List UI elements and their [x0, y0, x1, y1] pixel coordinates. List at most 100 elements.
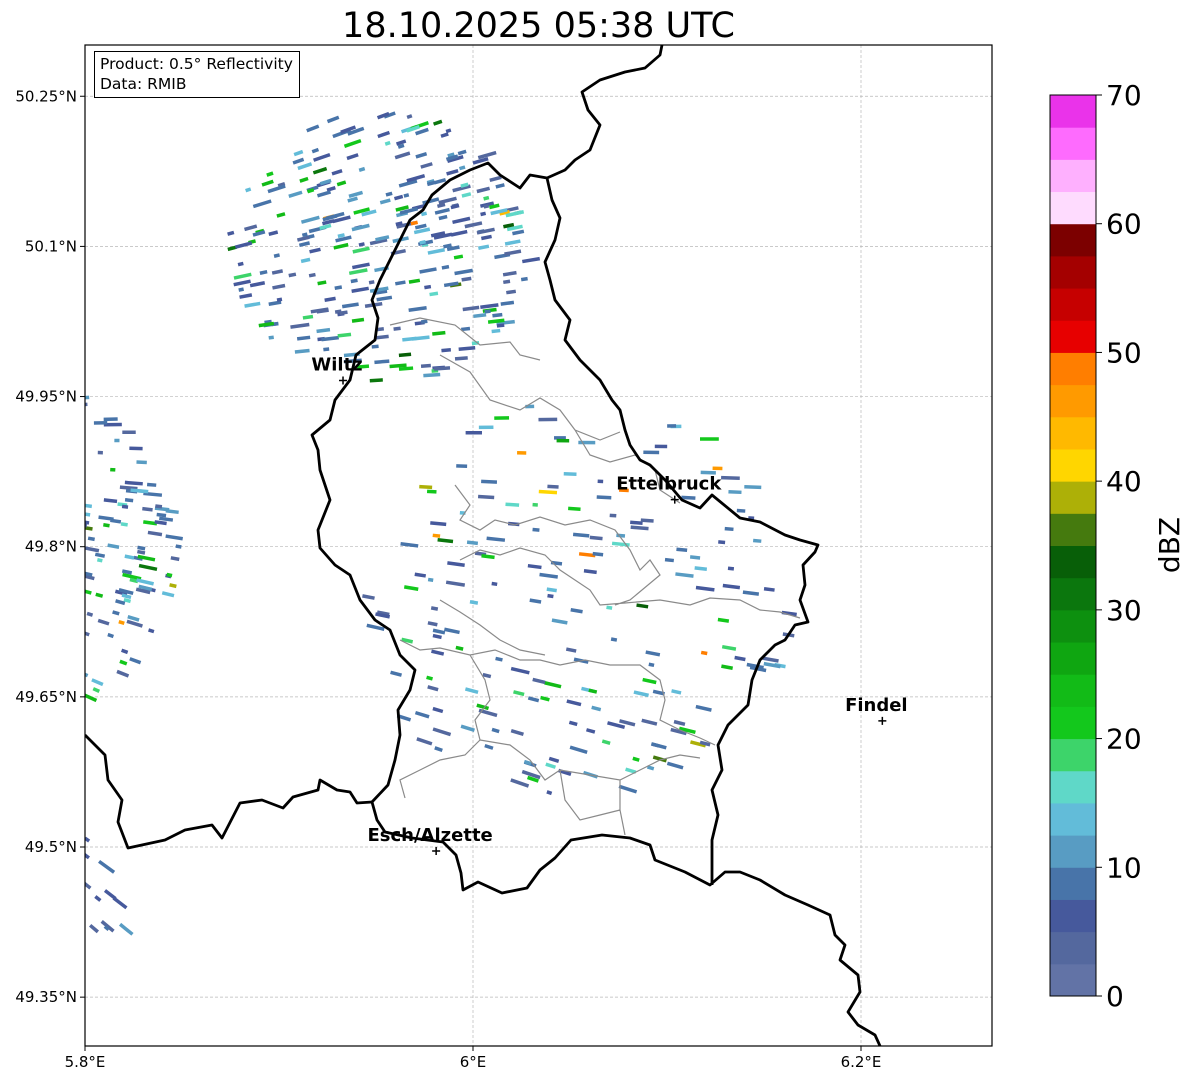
- echo-bin: [22, 417, 33, 421]
- colorbar-band: [1050, 255, 1096, 289]
- echo-bin: [420, 363, 431, 368]
- colorbar-band: [1050, 127, 1096, 160]
- echo-bin: [456, 464, 468, 468]
- echo-bin: [8, 651, 14, 656]
- echo-bin: [753, 538, 762, 543]
- colorbar-tick-label: 0: [1106, 980, 1124, 1010]
- echo-bin: [93, 421, 108, 425]
- echo-bin: [49, 1008, 56, 1015]
- colorbar-band: [1050, 577, 1096, 611]
- colorbar-band: [1050, 867, 1096, 900]
- echo-bin: [43, 568, 58, 575]
- echo-bin: [60, 655, 78, 665]
- echo-bin: [45, 660, 61, 670]
- colorbar-ticks: 0 10 20 30 40 50 60 70: [1096, 80, 1142, 1010]
- echo-bin: [2, 559, 18, 566]
- echo-bin: [22, 931, 35, 944]
- echo-bin: [110, 467, 116, 472]
- echo-bin: [40, 459, 59, 463]
- colorbar-band: [1050, 642, 1096, 675]
- echo-bin: [323, 347, 330, 352]
- echo-bin: [1069, 68, 1086, 75]
- echo-bin: [0, 559, 3, 567]
- colorbar-band: [1050, 481, 1096, 514]
- echo-bin: [27, 464, 36, 468]
- echo-bin: [30, 914, 42, 925]
- lat-tick-label: 49.35°N: [15, 988, 77, 1006]
- echo-bin: [517, 451, 527, 455]
- echo-bin: [23, 602, 29, 607]
- echo-bin: [46, 958, 53, 965]
- city-label: Wiltz: [311, 355, 362, 376]
- colorbar-tick-label: 20: [1106, 723, 1142, 756]
- echo-bin: [49, 594, 55, 599]
- echo-bin: [68, 956, 81, 969]
- echo-bin: [136, 460, 147, 465]
- colorbar-band: [1050, 320, 1096, 353]
- echo-bin: [28, 662, 44, 672]
- echo-bin: [71, 622, 84, 629]
- colorbar-bands: [1050, 95, 1096, 997]
- colorbar-band: [1050, 609, 1096, 643]
- echo-bin: [532, 502, 538, 507]
- colorbar-band: [1050, 738, 1096, 772]
- city-label: Findel: [845, 695, 908, 716]
- echo-bin: [712, 466, 723, 471]
- colorbar-band: [1050, 899, 1096, 933]
- echo-bin: [478, 425, 494, 430]
- echo-bin: [41, 614, 47, 619]
- echo-bin: [5, 533, 12, 538]
- colorbar-band: [1050, 159, 1096, 193]
- echo-bin: [0, 908, 7, 923]
- echo-bin: [0, 796, 3, 810]
- echo-bin: [1012, 134, 1020, 139]
- echo-bin: [78, 552, 85, 557]
- latitude-axis: 50.25°N 50.1°N 49.95°N 49.8°N 49.65°N 49.5°N 4…: [15, 87, 85, 1006]
- echo-bin: [25, 617, 38, 625]
- echo-bin: [10, 548, 23, 554]
- echo-bin: [28, 644, 43, 653]
- colorbar-band: [1050, 963, 1096, 997]
- echo-bin: [609, 513, 617, 518]
- echo-bin: [97, 450, 103, 455]
- echo-bin: [5, 430, 20, 434]
- echo-bin: [15, 671, 33, 682]
- echo-bin: [0, 922, 7, 936]
- echo-bin: [15, 906, 26, 917]
- echo-bin: [20, 475, 36, 480]
- echo-bin: [40, 490, 48, 494]
- echo-bin: [20, 530, 36, 536]
- echo-bin: [36, 588, 52, 596]
- radar-map[interactable]: WiltzEttelbruckFindelEsch/Alzette 5.6°E5…: [0, 0, 1184, 1081]
- colorbar-band: [1050, 223, 1096, 257]
- echo-bin: [728, 489, 742, 495]
- echo-bin: [13, 635, 30, 645]
- echo-bin: [62, 597, 78, 605]
- echo-bin: [58, 423, 70, 427]
- echo-bin: [371, 344, 379, 349]
- lon-tick-label: 6.2°E: [841, 1053, 882, 1071]
- product-info-box: Product: 0.5° Reflectivity Data: RMIB: [94, 51, 300, 98]
- echo-bin: [77, 509, 84, 513]
- echo-bin: [724, 526, 734, 532]
- echo-bin: [0, 390, 4, 394]
- echo-bin: [47, 600, 65, 609]
- echo-bin: [85, 402, 88, 407]
- echo-bin: [597, 479, 604, 484]
- colorbar-band: [1050, 448, 1096, 482]
- echo-bin: [13, 440, 22, 444]
- echo-bin: [122, 430, 136, 435]
- echo-bin: [48, 437, 62, 441]
- echo-bin: [700, 437, 719, 441]
- echo-bin: [426, 489, 437, 494]
- echo-bin: [16, 943, 32, 959]
- echo-bin: [68, 963, 75, 970]
- echo-bin: [0, 695, 10, 706]
- echo-bin: [465, 430, 482, 435]
- lat-tick-label: 49.8°N: [25, 538, 77, 556]
- echo-bin: [58, 889, 70, 900]
- echo-bin: [12, 880, 21, 888]
- echo-bin: [33, 381, 39, 385]
- colorbar-band: [1050, 416, 1096, 450]
- echo-bin: [17, 581, 36, 590]
